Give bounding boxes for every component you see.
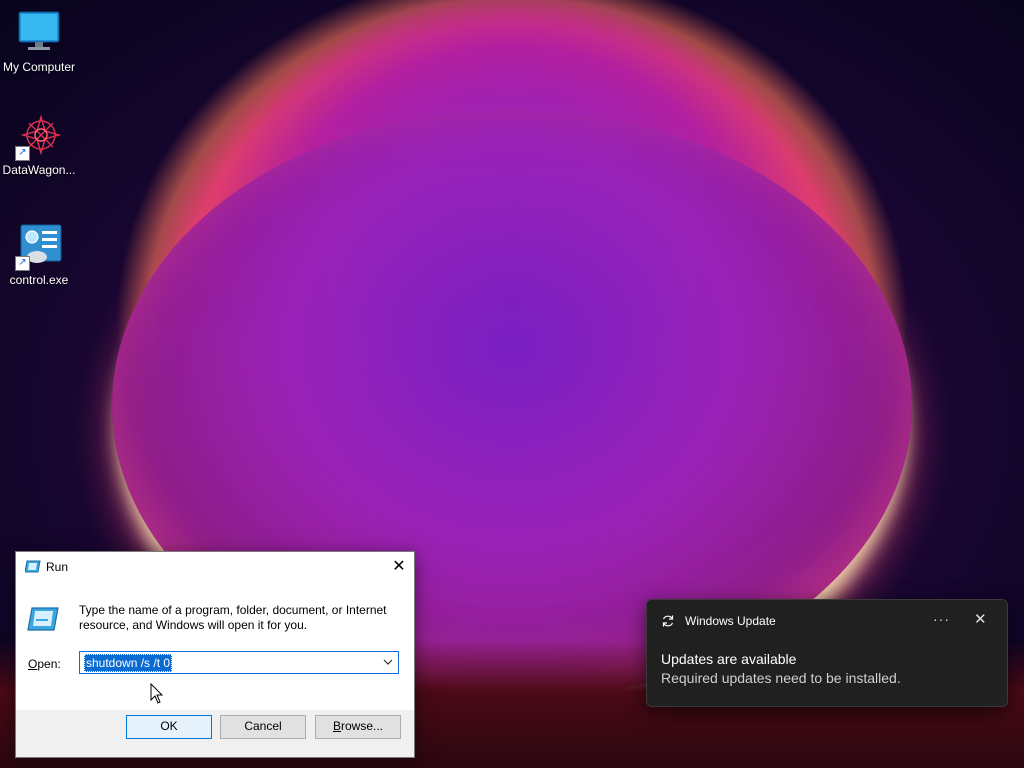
run-titlebar[interactable]: Run ✕ — [16, 552, 414, 582]
desktop-icon-my-computer[interactable]: My Computer — [0, 10, 78, 74]
open-combobox[interactable]: shutdown /s /t 0 — [79, 651, 399, 674]
browse-button[interactable]: Browse... — [315, 715, 401, 739]
mouse-cursor-icon — [150, 682, 164, 705]
close-button[interactable]: ✕ — [384, 552, 414, 582]
shortcut-arrow-icon: ↗ — [15, 256, 30, 271]
run-content: Type the name of a program, folder, docu… — [16, 582, 414, 710]
datawagon-icon: ↗ — [15, 113, 63, 161]
run-title: Run — [46, 560, 69, 574]
refresh-icon — [661, 614, 675, 628]
desktop-icon-label: My Computer — [2, 60, 76, 74]
shortcut-arrow-icon: ↗ — [15, 146, 30, 161]
run-dialog: Run ✕ Type the name of a program, folder… — [15, 551, 415, 758]
control-panel-icon: ↗ — [15, 223, 63, 271]
chevron-down-icon[interactable] — [381, 655, 395, 669]
toast-app-name: Windows Update — [685, 614, 776, 628]
open-input-value[interactable]: shutdown /s /t 0 — [84, 654, 173, 672]
run-program-icon — [27, 606, 59, 632]
desktop-icon-label: control.exe — [9, 273, 69, 287]
run-description: Type the name of a program, folder, docu… — [79, 603, 387, 632]
ok-button[interactable]: OK — [126, 715, 212, 739]
desktop-icon-datawagon[interactable]: ↗ DataWagon... — [0, 113, 78, 177]
toast-body: Required updates need to be installed. — [661, 670, 901, 686]
windows-update-toast[interactable]: Windows Update ··· ✕ Updates are availab… — [646, 599, 1008, 707]
open-label: Open: — [28, 657, 61, 671]
toast-title: Updates are available — [661, 651, 797, 667]
desktop-icon-label: DataWagon... — [2, 163, 76, 177]
more-options-button[interactable]: ··· — [933, 611, 950, 627]
monitor-icon — [15, 10, 63, 58]
desktop-icon-control[interactable]: ↗ control.exe — [0, 223, 78, 287]
toast-close-button[interactable]: ✕ — [974, 610, 987, 628]
close-icon: ✕ — [392, 558, 406, 575]
cancel-button[interactable]: Cancel — [220, 715, 306, 739]
desktop: My Computer ↗ DataWagon... ↗ control.exe… — [0, 0, 1024, 768]
run-icon — [24, 560, 41, 573]
